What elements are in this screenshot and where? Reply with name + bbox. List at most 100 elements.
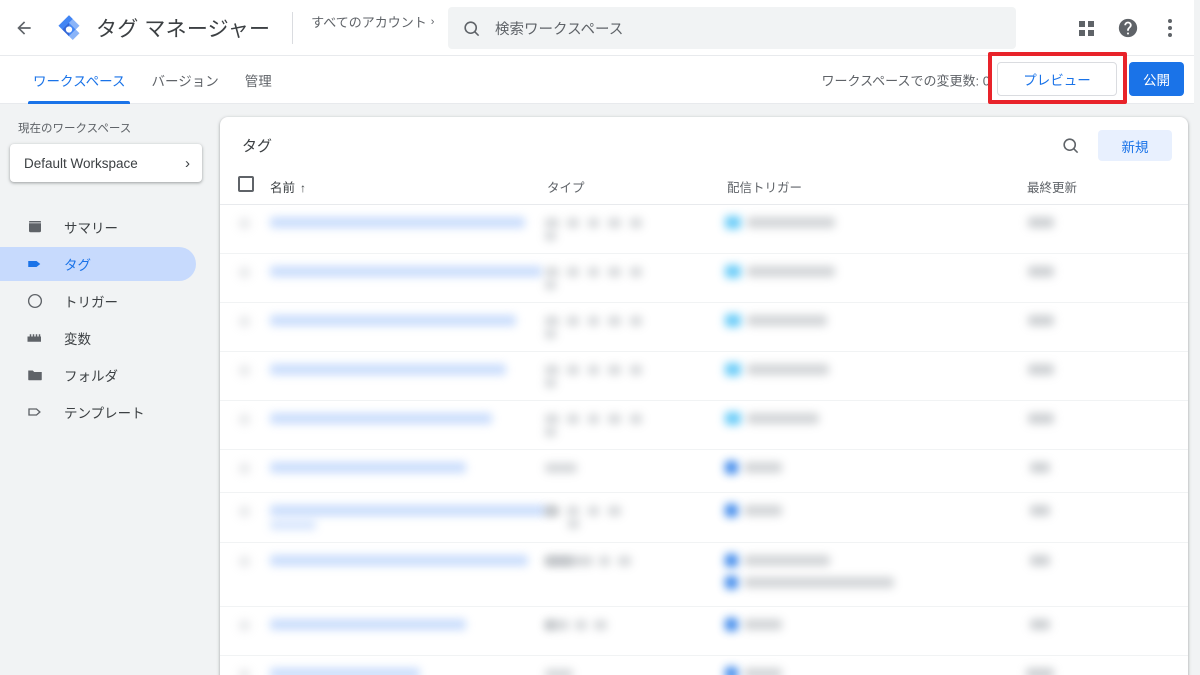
table-row[interactable]: [220, 401, 1188, 450]
table-row[interactable]: [220, 352, 1188, 401]
table-row[interactable]: [220, 656, 1188, 675]
more-vert-icon[interactable]: [1150, 8, 1190, 48]
trigger-name-redacted: [744, 555, 830, 566]
column-header-updated[interactable]: 最終更新: [1027, 177, 1077, 196]
page-scrollbar[interactable]: [1194, 0, 1200, 675]
tab-workspace[interactable]: ワークスペース: [20, 56, 138, 104]
table-row[interactable]: [220, 254, 1188, 303]
tag-type-redacted: [608, 414, 621, 424]
all-accounts-link[interactable]: すべてのアカウント ›: [311, 12, 434, 31]
folder-icon: [26, 366, 48, 384]
tag-type-redacted: [588, 218, 599, 228]
tag-type-redacted: [608, 218, 621, 228]
tag-type-redacted: [630, 218, 642, 228]
tag-name-redacted: [270, 668, 420, 675]
preview-button[interactable]: プレビュー: [997, 62, 1117, 96]
current-workspace-caption: 現在のワークスペース: [18, 120, 214, 136]
tag-type-redacted: [630, 267, 642, 277]
table-row[interactable]: [220, 205, 1188, 254]
tags-card-header: タグ 新規: [220, 117, 1188, 173]
search-workspace-box[interactable]: 検索ワークスペース: [448, 7, 1016, 49]
select-all-checkbox[interactable]: [238, 176, 254, 192]
trigger-name-redacted: [747, 266, 835, 277]
sidebar-item-templates[interactable]: テンプレート: [0, 395, 196, 429]
last-updated-redacted: [1028, 413, 1054, 424]
tag-type-redacted: [588, 506, 599, 516]
sidebar-item-summary[interactable]: サマリー: [0, 210, 196, 244]
publish-button-label: 公開: [1143, 69, 1170, 89]
template-tag-outline-icon: [26, 403, 48, 421]
sidebar-item-label: テンプレート: [64, 402, 145, 422]
table-row[interactable]: [220, 493, 1188, 543]
trigger-chip-redacted: [725, 667, 738, 675]
tag-type-redacted: [608, 316, 621, 326]
tag-type-redacted: [588, 267, 599, 277]
variables-blocks-icon: [26, 329, 48, 347]
sidebar-item-variables[interactable]: 変数: [0, 321, 196, 355]
tag-type-redacted: [545, 365, 559, 375]
trigger-name-redacted: [744, 462, 782, 473]
table-row[interactable]: [220, 607, 1188, 656]
back-icon[interactable]: [4, 8, 44, 48]
publish-button[interactable]: 公開: [1129, 62, 1184, 96]
apps-grid-icon[interactable]: [1066, 8, 1106, 48]
row-checkbox: [239, 463, 250, 474]
table-row[interactable]: [220, 543, 1188, 607]
tags-table-header: 名前 ↑ タイプ 配信トリガー 最終更新: [220, 173, 1188, 205]
tab-admin-label: 管理: [245, 70, 272, 90]
tag-type-redacted: [545, 267, 559, 277]
column-header-type[interactable]: タイプ: [547, 177, 585, 196]
trigger-chip-redacted: [725, 265, 741, 278]
tag-type-redacted: [545, 427, 556, 437]
tag-type-redacted: [567, 365, 579, 375]
column-header-name-label: 名前: [270, 181, 295, 195]
last-updated-redacted: [1030, 619, 1050, 630]
tab-list: ワークスペース バージョン 管理: [20, 56, 285, 104]
new-tag-button-label: 新規: [1122, 136, 1149, 156]
workspace-selector[interactable]: Default Workspace ›: [10, 144, 202, 182]
preview-button-label: プレビュー: [1023, 69, 1091, 89]
sidebar-item-label: サマリー: [64, 217, 118, 237]
search-icon[interactable]: [1056, 131, 1084, 159]
workspace-name: Default Workspace: [24, 156, 138, 171]
table-row[interactable]: [220, 303, 1188, 352]
column-header-trigger[interactable]: 配信トリガー: [727, 177, 802, 196]
tag-type-redacted: [545, 463, 577, 473]
tag-type-redacted: [588, 414, 599, 424]
column-header-name[interactable]: 名前 ↑: [270, 177, 306, 196]
tag-filled-icon: [26, 255, 48, 273]
new-tag-button[interactable]: 新規: [1098, 130, 1172, 161]
sidebar-item-label: トリガー: [64, 291, 118, 311]
tag-type-redacted: [599, 556, 610, 566]
search-input[interactable]: 検索ワークスペース: [495, 18, 623, 39]
sidebar-item-tags[interactable]: タグ: [0, 247, 196, 281]
tags-table-body: [220, 205, 1188, 675]
last-updated-redacted: [1026, 668, 1054, 675]
trigger-name-redacted: [744, 505, 782, 516]
tag-name-redacted-line2: [270, 520, 316, 530]
sidebar-item-folders[interactable]: フォルダ: [0, 358, 196, 392]
trigger-chip-redacted: [725, 314, 741, 327]
row-checkbox: [239, 267, 250, 278]
last-updated-redacted: [1030, 555, 1050, 566]
help-icon[interactable]: [1108, 8, 1148, 48]
tag-type-redacted: [630, 365, 642, 375]
table-row[interactable]: [220, 450, 1188, 493]
tag-type-redacted: [545, 669, 573, 675]
trigger-name-redacted: [744, 577, 894, 588]
row-checkbox: [239, 316, 250, 327]
tag-name-redacted: [270, 315, 516, 326]
sidebar-item-triggers[interactable]: トリガー: [0, 284, 196, 318]
tag-type-redacted: [608, 267, 621, 277]
tag-type-redacted: [588, 316, 599, 326]
tag-type-redacted: [575, 620, 587, 630]
tab-workspace-label: ワークスペース: [33, 70, 125, 90]
tag-name-redacted: [270, 413, 492, 424]
tag-type-redacted: [545, 378, 556, 388]
tab-admin[interactable]: 管理: [232, 56, 285, 104]
sort-asc-icon: ↑: [300, 181, 306, 195]
summary-box-icon: [26, 218, 48, 236]
last-updated-redacted: [1028, 217, 1054, 228]
tab-versions[interactable]: バージョン: [138, 56, 231, 104]
last-updated-redacted: [1028, 315, 1054, 326]
